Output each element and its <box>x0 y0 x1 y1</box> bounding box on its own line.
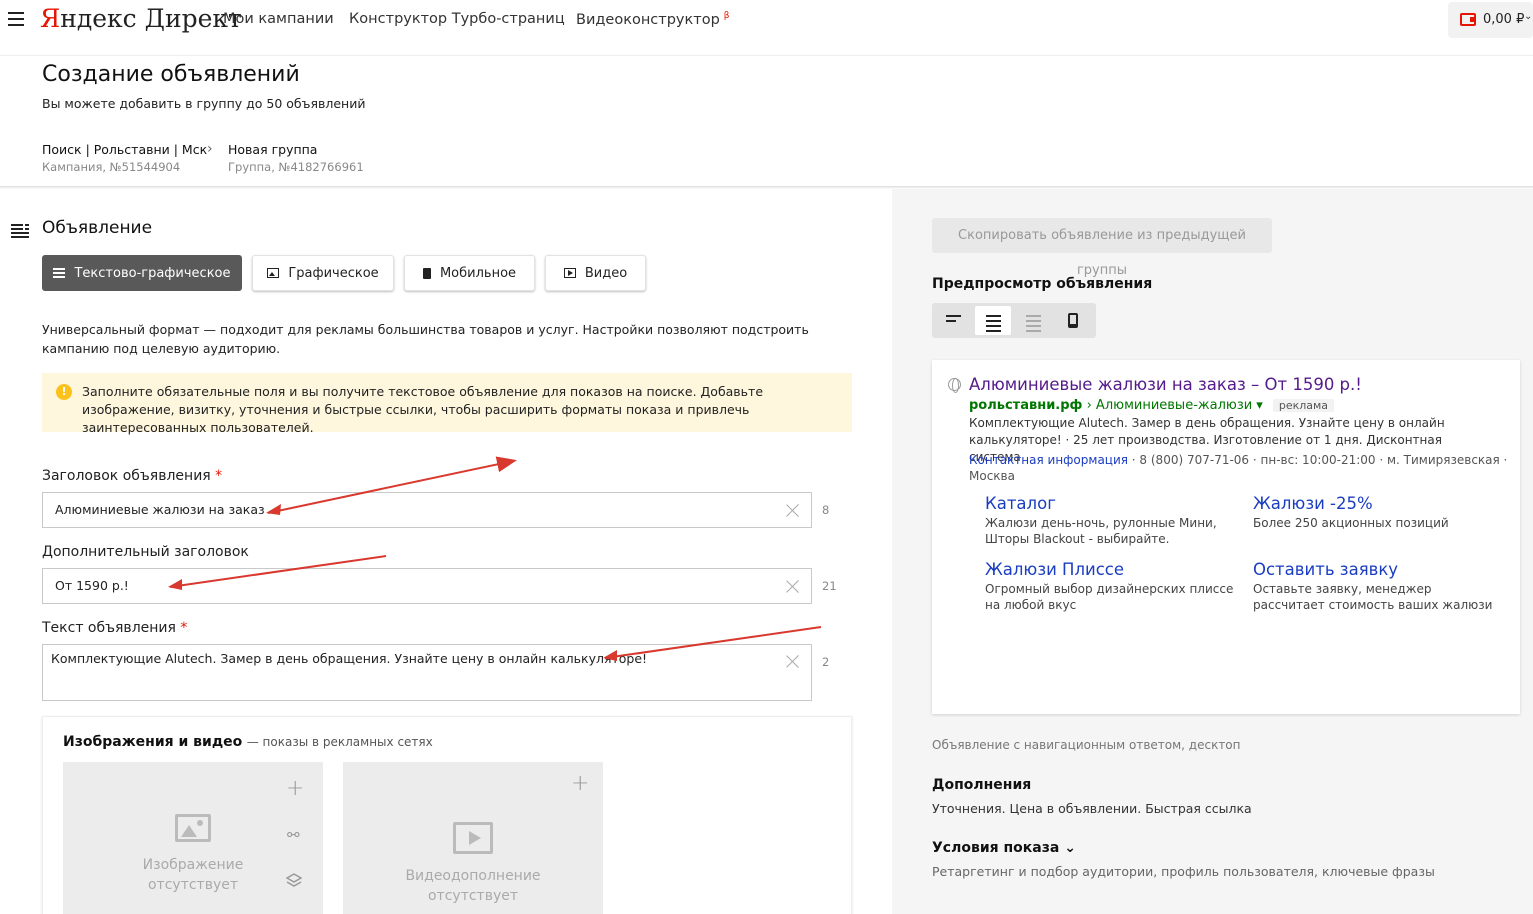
group-name: Новая группа <box>228 142 318 157</box>
headline-counter: 8 <box>822 503 830 517</box>
nav-my-campaigns[interactable]: Мои кампании <box>223 11 334 27</box>
image-empty-text: Изображение отсутствует <box>142 857 244 893</box>
group-id: Группа, №4182766961 <box>228 160 364 174</box>
view-compact-button[interactable] <box>935 306 971 335</box>
media-card: Изображения и видео — показы в рекламных… <box>42 716 852 914</box>
chevron-down-icon: ⌄ <box>1064 840 1076 856</box>
ad-text-input[interactable]: Комплектующие Alutech. Замер в день обра… <box>42 644 812 701</box>
mobile-icon <box>422 267 431 279</box>
mobile-view-icon <box>1068 313 1078 328</box>
video-placeholder-icon <box>453 822 493 854</box>
format-text-graphic-button[interactable]: Текстово-графическое <box>42 255 242 291</box>
link-icon[interactable]: ⚯ <box>287 826 301 844</box>
additions-title: Дополнения <box>932 777 1032 793</box>
ad-preview-url[interactable]: рольставни.рф › Алюминиевые-жалюзи ▾ рекл… <box>969 398 1335 413</box>
view-full-button[interactable] <box>975 306 1011 335</box>
extra-headline-value: От 1590 р.! <box>55 578 129 593</box>
ad-label-badge: реклама <box>1272 399 1335 412</box>
top-bar: Яндекс Директ Мои кампании Конструктор Т… <box>0 0 1533 56</box>
nav-video-constructor[interactable]: Видеоконструктор β <box>576 11 730 28</box>
ad-preview-contacts: Контактная информация · 8 (800) 707-71-0… <box>969 453 1508 483</box>
sitelink[interactable]: Жалюзи Плиссе Огромный выбор дизайнерски… <box>985 560 1235 613</box>
page-subtitle: Вы можете добавить в группу до 50 объявл… <box>42 96 366 111</box>
clear-icon[interactable] <box>785 653 801 669</box>
sitelink[interactable]: Оставить заявку Оставьте заявку, менедже… <box>1253 560 1503 613</box>
headline-label: Заголовок объявления * <box>42 468 223 484</box>
full-view-icon <box>986 315 1001 335</box>
preview-view-switch <box>932 303 1096 338</box>
extra-headline-label: Дополнительный заголовок <box>42 544 249 560</box>
ad-text-label: Текст объявления * <box>42 620 188 636</box>
ad-text-value: Комплектующие Alutech. Замер в день обра… <box>51 651 648 666</box>
conditions-toggle[interactable]: Условия показа ⌄ <box>932 840 1076 856</box>
conditions-text: Ретаргетинг и подбор аудитории, профиль … <box>932 864 1435 879</box>
image-slot[interactable]: Изображение отсутствует + ⚯ <box>63 762 323 914</box>
copy-from-previous-button[interactable]: Скопировать объявление из предыдущей гру… <box>932 218 1272 278</box>
format-graphic-button[interactable]: Графическое <box>252 255 394 291</box>
view-mobile-button[interactable] <box>1055 306 1091 335</box>
list-icon <box>11 224 29 238</box>
campaign-id: Кампания, №51544904 <box>42 160 181 174</box>
extra-headline-counter: 21 <box>822 579 837 593</box>
beta-mark: β <box>723 11 730 21</box>
headline-input[interactable]: Алюминиевые жалюзи на заказ <box>42 492 812 528</box>
preview-note: Объявление с навигационным ответом, деск… <box>932 738 1241 752</box>
add-video-icon[interactable]: + <box>571 771 589 796</box>
ad-preview-card: Алюминиевые жалюзи на заказ – От 1590 р.… <box>932 360 1520 714</box>
chevron-right-icon: › <box>207 141 213 157</box>
image-icon <box>267 268 280 278</box>
layers-icon[interactable] <box>286 872 302 888</box>
clear-icon[interactable] <box>785 502 801 518</box>
clear-icon[interactable] <box>785 578 801 594</box>
section-title: Объявление <box>42 218 153 238</box>
breadcrumb-group: Новая группа Группа, №4182766961 <box>228 142 364 174</box>
nav-turbo-constructor[interactable]: Конструктор Турбо-страниц <box>349 11 565 27</box>
preview-title: Предпросмотр объявления <box>932 276 1153 292</box>
wallet-icon <box>1460 13 1476 26</box>
format-description: Универсальный формат — подходит для рекл… <box>42 322 809 356</box>
additions-text: Уточнения. Цена в объявлении. Быстрая сс… <box>932 801 1252 816</box>
format-video-button[interactable]: Видео <box>545 255 646 291</box>
video-slot[interactable]: Видеодополнение отсутствует + <box>343 762 603 914</box>
ad-preview-title[interactable]: Алюминиевые жалюзи на заказ – От 1590 р.… <box>969 375 1362 394</box>
info-notice: ! Заполните обязательные поля и вы получ… <box>42 373 852 435</box>
text-graphic-icon <box>53 268 66 278</box>
image-placeholder-icon <box>175 814 211 842</box>
chevron-down-icon: ⌄ <box>1524 11 1533 22</box>
balance-value: 0,00 ₽ <box>1483 12 1525 27</box>
extra-headline-input[interactable]: От 1590 р.! <box>42 568 812 604</box>
add-image-icon[interactable]: + <box>286 776 304 801</box>
video-empty-text: Видеодополнение отсутствует <box>405 868 541 904</box>
headline-value: Алюминиевые жалюзи на заказ <box>55 502 265 517</box>
menu-icon[interactable] <box>8 12 24 26</box>
globe-icon <box>948 378 961 393</box>
sitelink[interactable]: Каталог Жалюзи день-ночь, рулонные Мини,… <box>985 494 1235 547</box>
logo[interactable]: Яндекс Директ <box>40 4 242 33</box>
breadcrumb-campaign[interactable]: Поиск | Рольставни | Мск Кампания, №5154… <box>42 142 207 174</box>
contact-info-link[interactable]: Контактная информация <box>969 453 1128 467</box>
warning-icon: ! <box>56 384 72 400</box>
sitelink[interactable]: Жалюзи -25% Более 250 акционных позиций <box>1253 494 1503 531</box>
balance-button[interactable]: 0,00 ₽ ⌄ <box>1448 2 1533 38</box>
ad-text-counter: 2 <box>822 655 830 669</box>
graphic-view-icon <box>1026 315 1041 335</box>
view-graphic-button[interactable] <box>1015 306 1051 335</box>
compact-view-icon <box>946 315 961 325</box>
video-icon <box>563 268 576 278</box>
media-title: Изображения и видео — показы в рекламных… <box>63 734 433 750</box>
page-title: Создание объявлений <box>42 62 300 87</box>
format-mobile-button[interactable]: Мобильное <box>404 255 535 291</box>
campaign-name: Поиск | Рольставни | Мск <box>42 142 208 157</box>
notice-text: Заполните обязательные поля и вы получит… <box>82 384 764 435</box>
